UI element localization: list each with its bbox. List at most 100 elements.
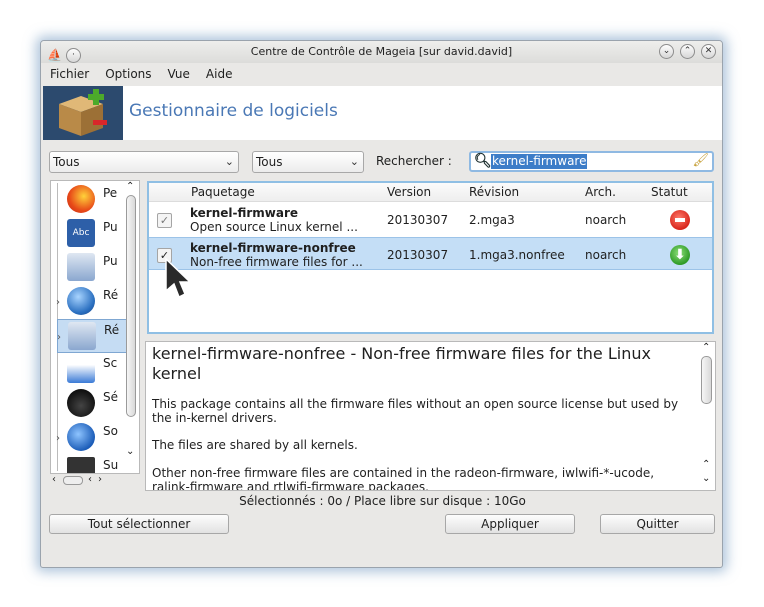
table-row[interactable]: ✓ kernel-firmware Open source Linux kern…	[149, 203, 712, 236]
close-icon[interactable]: ✕	[701, 44, 716, 59]
table-row-selected[interactable]: ✓ kernel-firmware-nonfree Non-free firmw…	[149, 237, 712, 270]
main-window: ⛵ · Centre de Contrôle de Mageia [sur da…	[40, 40, 723, 568]
scroll-right-icon[interactable]: ›	[98, 474, 102, 485]
description-paragraph: This package contains all the firmware f…	[152, 397, 679, 425]
monitor-icon	[67, 457, 95, 473]
select-all-button[interactable]: Tout sélectionner	[49, 514, 229, 534]
scrollbar-thumb[interactable]	[701, 356, 712, 404]
tree-vertical-scrollbar[interactable]: ⌃ ⌄	[124, 181, 138, 473]
category-item[interactable]: Abc Pu	[57, 217, 127, 251]
title-bar[interactable]: ⛵ · Centre de Contrôle de Mageia [sur da…	[41, 41, 722, 63]
menu-aide[interactable]: Aide	[206, 67, 233, 81]
category-item[interactable]: › Ré	[56, 285, 127, 319]
description-title: kernel-firmware-nonfree - Non-free firmw…	[152, 344, 651, 383]
status-filter-combo[interactable]: Tous ⌄	[252, 151, 364, 173]
table-header: Paquetage Version Révision Arch. Statut	[149, 183, 712, 202]
category-label: Sé	[103, 390, 118, 404]
category-label: Pu	[103, 220, 118, 234]
scroll-down-icon[interactable]: ⌄	[702, 473, 710, 484]
package-box-icon	[43, 86, 123, 140]
globe-icon	[67, 287, 95, 315]
expand-arrow-icon[interactable]: ›	[57, 332, 61, 343]
scroll-up-icon[interactable]: ⌃	[702, 342, 710, 353]
package-arch: noarch	[585, 248, 627, 262]
banner: Gestionnaire de logiciels	[43, 86, 722, 140]
column-header-revision[interactable]: Révision	[469, 185, 519, 199]
description-scrollbar[interactable]: ⌃ ⌃ ⌄	[699, 342, 715, 490]
status-bar: Sélectionnés : 0o / Place libre sur disq…	[239, 494, 526, 508]
category-item-selected[interactable]: › Ré	[57, 319, 127, 353]
category-label: Ré	[104, 323, 120, 337]
abc-book-icon: Abc	[67, 219, 95, 247]
type-filter-value: Tous	[53, 155, 80, 169]
scroll-down-icon[interactable]: ⌄	[126, 446, 134, 457]
police-icon	[67, 389, 95, 417]
scrollbar-thumb[interactable]	[63, 476, 83, 485]
minimize-icon[interactable]: ⌄	[659, 44, 674, 59]
category-label: Ré	[103, 288, 119, 302]
package-checkbox[interactable]: ✓	[157, 213, 172, 228]
category-label: Su	[103, 458, 119, 472]
scroll-left-icon[interactable]: ‹	[88, 474, 92, 485]
column-header-version[interactable]: Version	[387, 185, 431, 199]
menu-bar: Fichier Options Vue Aide	[41, 63, 722, 85]
search-icon: 🔍︎	[474, 153, 492, 169]
speaker-icon	[67, 423, 95, 451]
scroll-left-icon[interactable]: ‹	[52, 474, 56, 485]
category-item[interactable]: Pe	[57, 183, 127, 217]
menu-vue[interactable]: Vue	[168, 67, 190, 81]
category-item[interactable]: Su	[57, 455, 127, 473]
package-name: kernel-firmware-nonfree	[190, 241, 356, 255]
type-filter-combo[interactable]: Tous ⌄	[49, 151, 239, 173]
category-label: Sc	[103, 356, 118, 370]
network-computer-icon	[67, 253, 95, 281]
menu-options[interactable]: Options	[105, 67, 151, 81]
expand-arrow-icon[interactable]: ›	[56, 433, 60, 444]
package-description: kernel-firmware-nonfree - Non-free firmw…	[145, 341, 716, 491]
status-filter-value: Tous	[256, 155, 283, 169]
quit-button[interactable]: Quitter	[600, 514, 715, 534]
category-item[interactable]: Sc	[57, 353, 127, 387]
pin-icon[interactable]: ·	[65, 47, 81, 63]
mouse-cursor-icon	[165, 257, 192, 299]
expand-arrow-icon[interactable]: ›	[56, 297, 60, 308]
package-revision: 2.mga3	[469, 213, 515, 227]
column-header-package[interactable]: Paquetage	[191, 185, 255, 199]
chevron-down-icon: ⌄	[349, 155, 359, 168]
menu-fichier[interactable]: Fichier	[50, 67, 89, 81]
search-value: kernel-firmware	[491, 154, 588, 169]
package-list[interactable]: Paquetage Version Révision Arch. Statut …	[147, 181, 714, 334]
tree-horizontal-scrollbar[interactable]: ‹ ‹ ›	[50, 474, 140, 488]
package-arch: noarch	[585, 213, 627, 227]
scroll-up-icon[interactable]: ⌃	[126, 181, 134, 192]
search-input[interactable]: 🔍︎ kernel-firmware 🖌︎	[469, 151, 714, 172]
flask-icon	[67, 355, 95, 383]
description-paragraph: Other non-free firmware files are contai…	[152, 466, 655, 491]
apply-button[interactable]: Appliquer	[445, 514, 575, 534]
package-summary: Non-free firmware files for ...	[190, 255, 363, 269]
banner-title: Gestionnaire de logiciels	[129, 101, 338, 121]
package-summary: Open source Linux kernel ...	[190, 220, 358, 234]
package-name: kernel-firmware	[190, 206, 299, 220]
category-label: Pe	[103, 186, 118, 200]
installed-remove-icon	[670, 210, 690, 230]
category-item[interactable]: Sé	[57, 387, 127, 421]
scrollbar-thumb[interactable]	[126, 195, 136, 417]
column-header-status[interactable]: Statut	[651, 185, 688, 199]
package-revision: 1.mga3.nonfree	[469, 248, 565, 262]
window-title: Centre de Contrôle de Mageia [sur david.…	[250, 45, 513, 58]
package-version: 20130307	[387, 213, 449, 227]
search-label: Rechercher :	[376, 154, 452, 168]
network-computer-icon	[68, 322, 96, 350]
category-item[interactable]: › So	[56, 421, 127, 455]
install-download-icon: ⬇	[670, 245, 690, 265]
clear-search-icon[interactable]: 🖌︎	[692, 153, 709, 168]
scroll-up-icon[interactable]: ⌃	[702, 459, 710, 470]
chevron-down-icon: ⌄	[224, 155, 234, 168]
package-version: 20130307	[387, 248, 449, 262]
description-paragraph: The files are shared by all kernels.	[152, 438, 358, 452]
firefox-icon	[67, 185, 95, 213]
category-item[interactable]: Pu	[57, 251, 127, 285]
maximize-icon[interactable]: ⌃	[680, 44, 695, 59]
column-header-arch[interactable]: Arch.	[585, 185, 616, 199]
